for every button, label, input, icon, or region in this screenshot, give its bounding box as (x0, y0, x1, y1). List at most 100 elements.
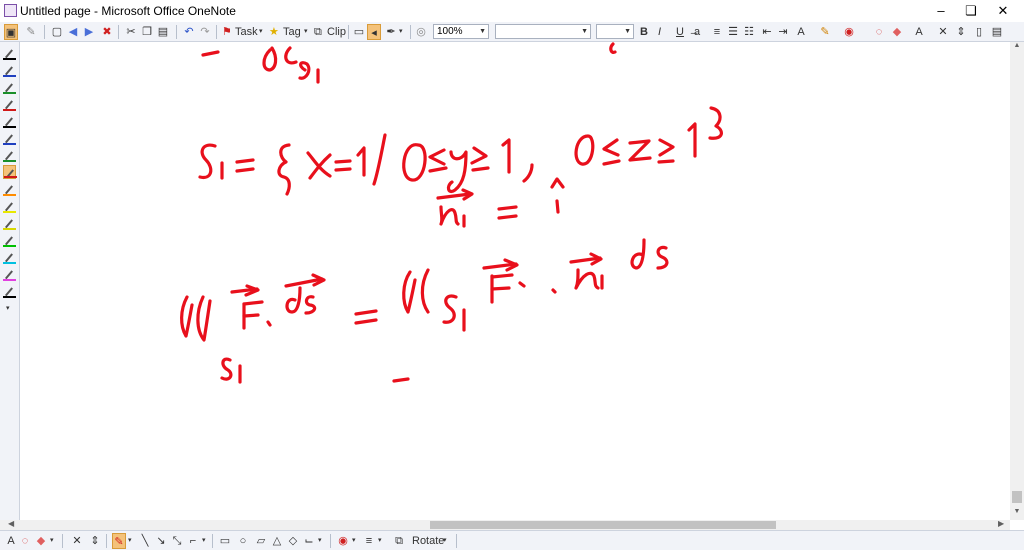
tag-dropdown-icon[interactable]: ▾ (304, 24, 308, 40)
lasso-select-icon[interactable]: ◌ (18, 533, 32, 549)
task-flag-icon[interactable]: ⚑ (222, 24, 232, 40)
page-view-icon[interactable]: ▯ (972, 24, 986, 40)
pen-blue-thick-icon[interactable] (3, 131, 16, 145)
pen-tool-icon[interactable]: ✎ (112, 533, 126, 549)
vertical-scroll-thumb[interactable] (1012, 491, 1022, 503)
style-icon[interactable]: A (794, 24, 808, 40)
pen-icon[interactable]: ✎ (24, 24, 38, 40)
lasso-icon[interactable]: ◌ (872, 24, 886, 40)
pen-blue-icon[interactable] (3, 63, 16, 77)
increase-indent-icon[interactable]: ⇥ (776, 24, 790, 40)
pen-black-fine-icon[interactable] (3, 284, 16, 298)
highlighter-cyan-icon[interactable] (3, 250, 16, 264)
scroll-left-icon[interactable]: ◀ (8, 519, 14, 528)
parallelogram-tool-icon[interactable]: ▱ (254, 533, 268, 549)
insert-space-icon[interactable]: ⇕ (954, 24, 968, 40)
bullets-icon[interactable]: ☰ (726, 24, 740, 40)
axis-tool-icon[interactable]: ⌐ (186, 533, 200, 549)
font-select[interactable]: ▼ (495, 24, 591, 39)
note-canvas[interactable] (20, 42, 1010, 520)
eraser-icon[interactable]: ◆ (890, 24, 904, 40)
circle-tool-icon[interactable]: ○ (236, 533, 250, 549)
highlighter-icon[interactable]: ✎ (818, 24, 832, 40)
pen-green-thick-icon[interactable] (3, 148, 16, 162)
font-size-select[interactable]: ▼ (596, 24, 634, 39)
help-icon[interactable]: ◎ (414, 24, 428, 40)
insert-space-tool-icon[interactable]: ⇕ (88, 533, 102, 549)
highlighter-pink-icon[interactable] (3, 267, 16, 281)
maximize-button[interactable]: ❏ (954, 0, 988, 22)
triangle-tool-icon[interactable]: △ (270, 533, 284, 549)
undo-icon[interactable]: ↶ (182, 24, 196, 40)
rotate-button[interactable]: Rotate (412, 533, 444, 549)
font-color-icon[interactable]: ◉ (842, 24, 856, 40)
rectangle-tool-icon[interactable]: ▭ (218, 533, 232, 549)
delete-icon[interactable]: ✖ (100, 24, 114, 40)
connector-tool-icon[interactable]: ⌙ (302, 533, 316, 549)
close-button[interactable]: ✕ (986, 0, 1020, 22)
highlighter-yellow-icon[interactable] (3, 199, 16, 213)
ink-color-icon[interactable]: ◉ (336, 533, 350, 549)
pen-green-icon[interactable] (3, 80, 16, 94)
align-icon[interactable]: ≡ (710, 24, 724, 40)
strikethrough-button[interactable]: ̶a (694, 24, 700, 40)
tag-button[interactable]: Tag (283, 24, 301, 40)
new-page-icon[interactable]: ▢ (50, 24, 64, 40)
eraser-tool-icon[interactable]: ◆ (34, 533, 48, 549)
delete-ink-icon[interactable]: ✕ (936, 24, 950, 40)
back-icon[interactable]: ◀ (66, 24, 80, 40)
weight-dropdown-icon[interactable]: ▾ (378, 533, 382, 549)
rotate-dropdown-icon[interactable]: ▾ (443, 533, 447, 549)
tag-star-icon[interactable]: ★ (269, 24, 279, 40)
color-dropdown-icon[interactable]: ▾ (352, 533, 356, 549)
forward-icon[interactable]: ▶ (82, 24, 96, 40)
copy-icon[interactable]: ❐ (140, 24, 154, 40)
full-page-icon[interactable]: ▭ (352, 24, 366, 40)
ink-dropdown-icon[interactable]: ▾ (399, 24, 403, 40)
scroll-up-icon[interactable]: ▲ (1010, 42, 1024, 54)
ink-pen-icon[interactable]: ✒ (384, 24, 398, 40)
arrow-tool-icon[interactable]: ↘ (154, 533, 168, 549)
palette-more-icon[interactable]: ▾ (6, 304, 10, 312)
zoom-select[interactable]: 100% ▼ (433, 24, 489, 39)
pen-red-icon[interactable] (3, 97, 16, 111)
minimize-button[interactable]: – (924, 0, 958, 22)
task-dropdown-icon[interactable]: ▾ (259, 24, 263, 40)
diamond-tool-icon[interactable]: ◇ (286, 533, 300, 549)
highlighter-orange-icon[interactable] (3, 182, 16, 196)
highlighter-green-icon[interactable] (3, 233, 16, 247)
horizontal-scrollbar[interactable]: ◀ ▶ (0, 519, 1010, 530)
highlighter-lime-icon[interactable] (3, 216, 16, 230)
bold-button[interactable]: B (640, 24, 648, 40)
cut-icon[interactable]: ✂ (124, 24, 138, 40)
horizontal-scroll-thumb[interactable] (430, 521, 776, 529)
pen-red-thick-icon[interactable] (3, 165, 17, 179)
speaker-icon[interactable]: ◂ (367, 24, 381, 40)
underline-button[interactable]: U (676, 24, 684, 40)
arrange-icon[interactable]: ⧉ (392, 533, 406, 549)
paste-icon[interactable]: ▤ (156, 24, 170, 40)
clip-icon[interactable]: ⧉ (314, 24, 322, 40)
pen-dropdown-icon[interactable]: ▾ (128, 533, 132, 549)
toolbar-options-icon[interactable]: ▤ (990, 24, 1004, 40)
select-icon[interactable]: A (912, 24, 926, 40)
scroll-down-icon[interactable]: ▼ (1010, 508, 1024, 520)
double-arrow-tool-icon[interactable]: ⤡ (170, 533, 184, 549)
scroll-right-icon[interactable]: ▶ (998, 519, 1004, 528)
redo-icon[interactable]: ↷ (198, 24, 212, 40)
decrease-indent-icon[interactable]: ⇤ (760, 24, 774, 40)
text-select-icon[interactable]: A (4, 533, 18, 549)
pen-black-icon[interactable] (3, 46, 16, 60)
line-tool-icon[interactable]: ╲ (138, 533, 152, 549)
numbering-icon[interactable]: ☷ (742, 24, 756, 40)
task-button[interactable]: Task (235, 24, 258, 40)
delete-drawing-icon[interactable]: ✕ (70, 533, 84, 549)
vertical-scrollbar[interactable]: ▲ ▼ (1010, 42, 1024, 520)
pen-black-thick-icon[interactable] (3, 114, 16, 128)
page-icon[interactable]: ▣ (4, 24, 18, 40)
line-weight-icon[interactable]: ≡ (362, 533, 376, 549)
shape-dropdown-icon[interactable]: ▾ (202, 533, 206, 549)
italic-button[interactable]: I (658, 24, 661, 40)
clip-button[interactable]: Clip (327, 24, 346, 40)
eraser-dropdown-icon[interactable]: ▾ (50, 533, 54, 549)
